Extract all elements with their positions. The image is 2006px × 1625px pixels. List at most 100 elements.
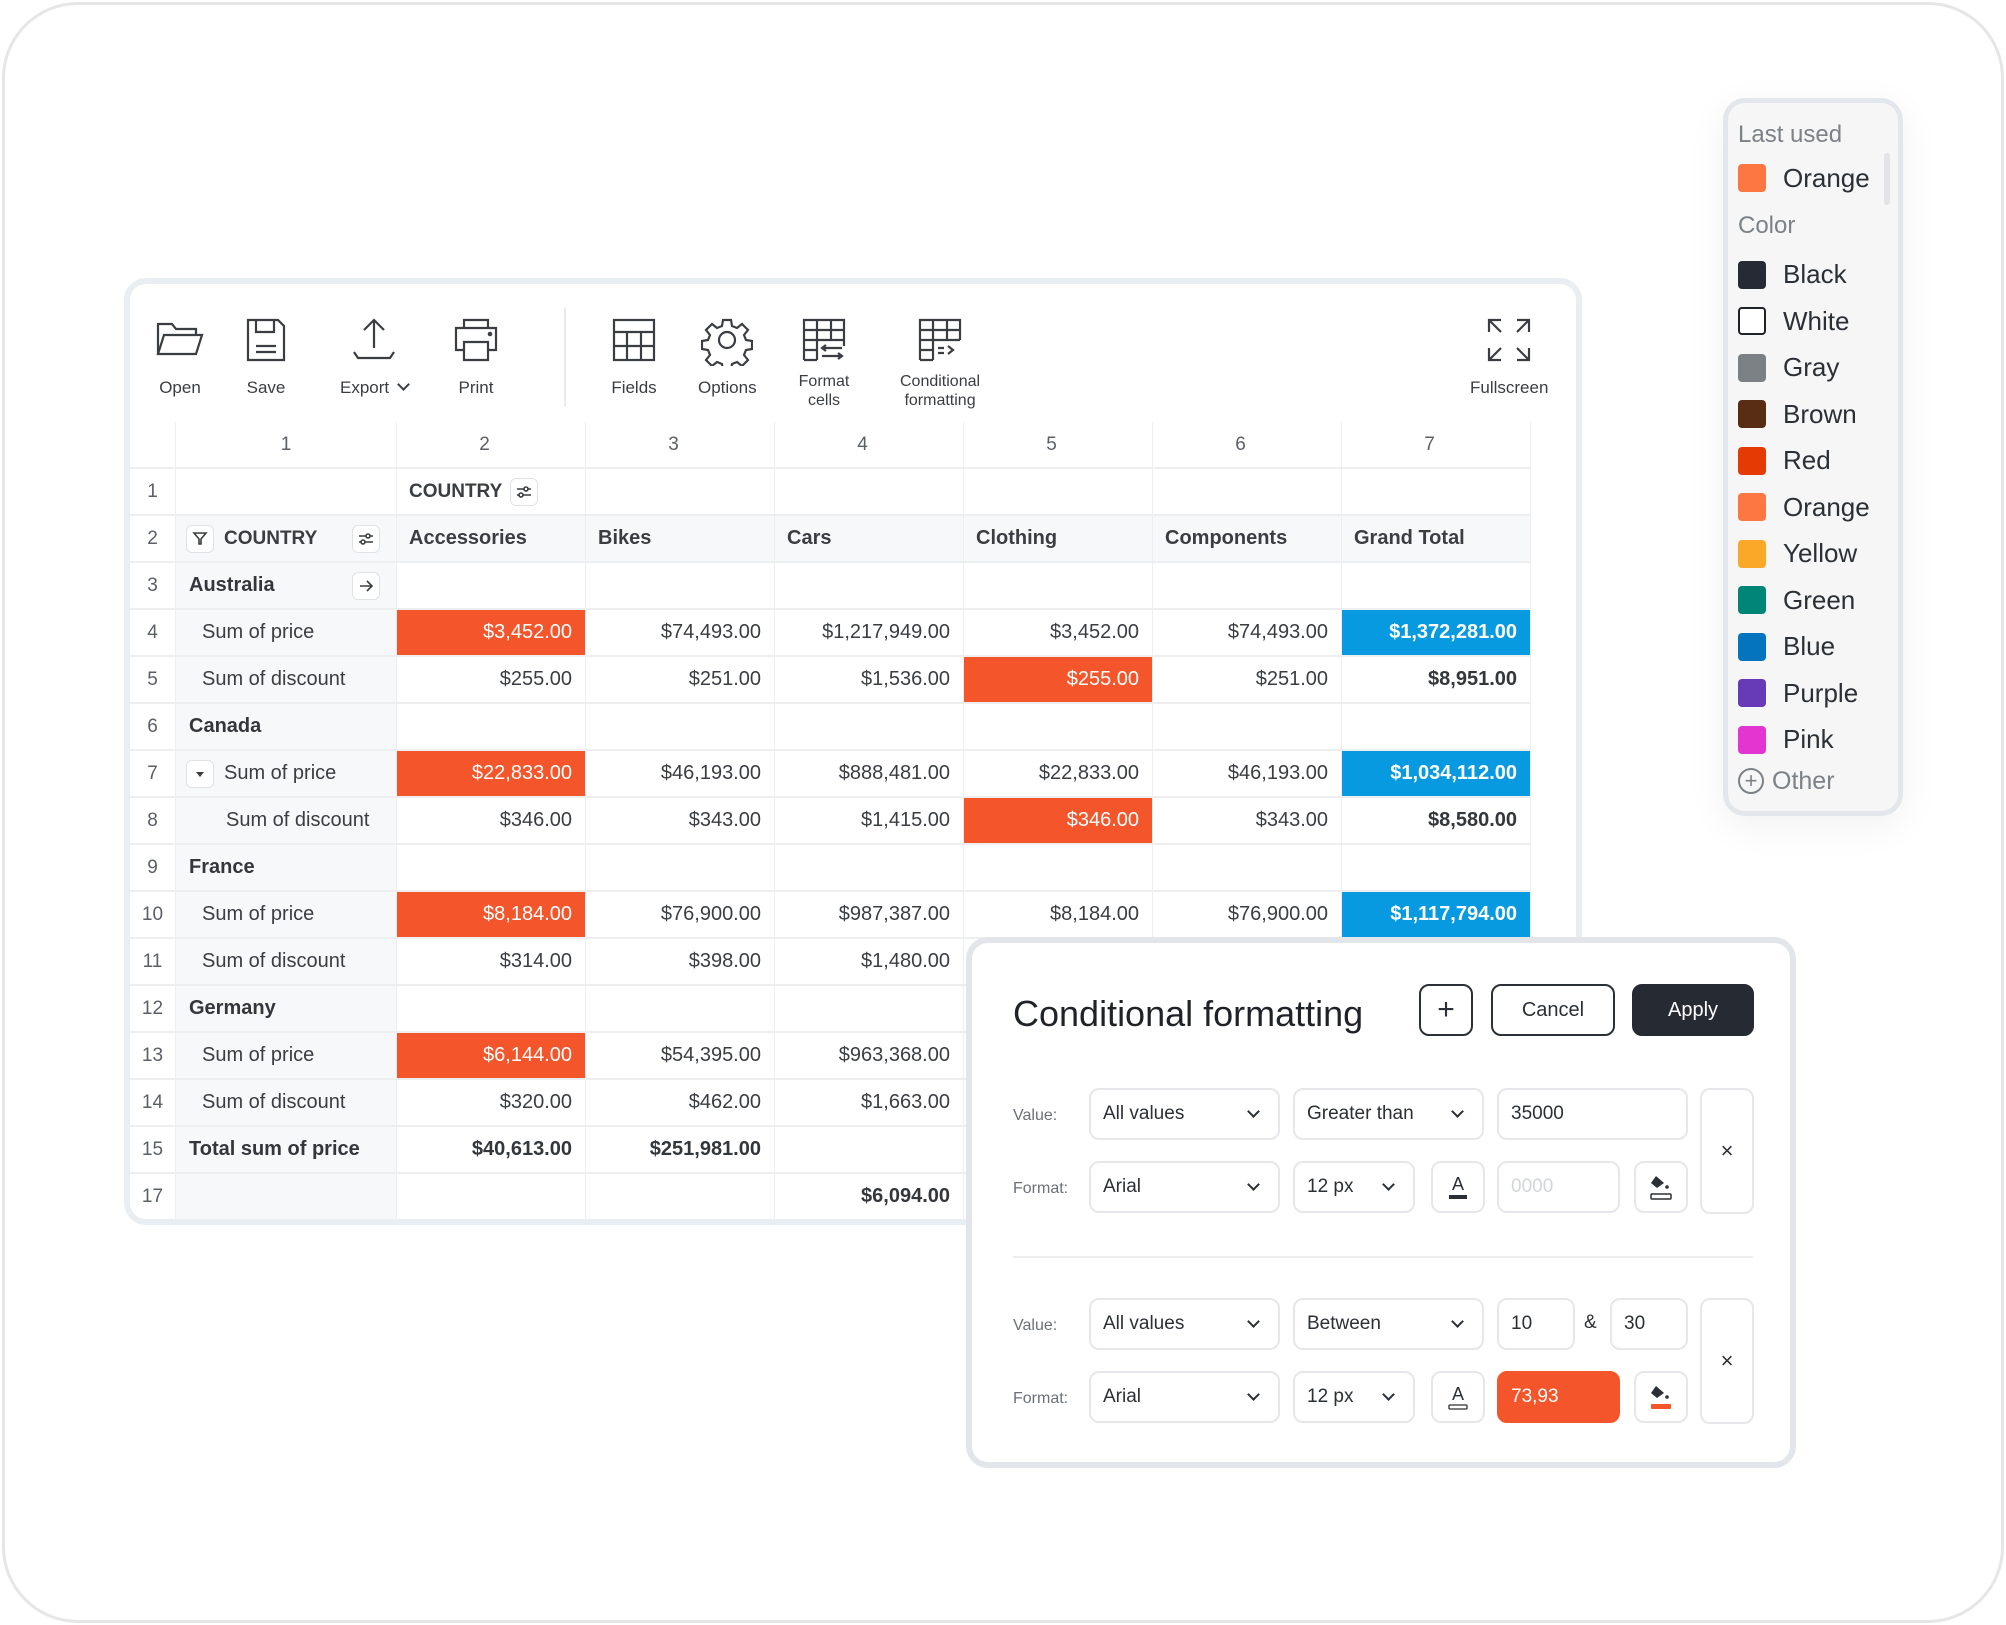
value-cell[interactable]: $76,900.00 (586, 892, 775, 939)
value-cell[interactable] (1153, 563, 1342, 610)
value-cell[interactable]: $22,833.00 (397, 751, 586, 798)
column-header[interactable]: Components (1153, 516, 1342, 563)
column-field-settings-button[interactable] (510, 477, 539, 506)
column-header[interactable]: Accessories (397, 516, 586, 563)
value-cell[interactable]: $963,368.00 (775, 1033, 964, 1080)
value-cell[interactable]: $251.00 (586, 657, 775, 704)
value-cell[interactable]: $462.00 (586, 1080, 775, 1127)
value-cell[interactable] (775, 1127, 964, 1174)
rule2-value-to-input[interactable]: 30 (1610, 1298, 1688, 1350)
column-number[interactable]: 3 (586, 422, 775, 469)
value-cell[interactable] (964, 704, 1153, 751)
collapse-button[interactable] (186, 759, 214, 788)
column-header[interactable]: Clothing (964, 516, 1153, 563)
options-button[interactable]: Options (698, 314, 757, 397)
print-button[interactable]: Print (450, 314, 502, 397)
column-header[interactable]: Grand Total (1342, 516, 1531, 563)
rule2-size-select[interactable]: 12 px (1293, 1371, 1415, 1423)
value-cell[interactable]: $8,580.00 (1342, 798, 1531, 845)
value-cell[interactable] (1153, 704, 1342, 751)
rule2-font-select[interactable]: Arial (1089, 1371, 1280, 1423)
format-cells-button[interactable]: Format cells (798, 314, 850, 410)
rule1-fill-color-button[interactable] (1634, 1161, 1688, 1213)
column-number[interactable]: 6 (1153, 422, 1342, 469)
rule1-size-select[interactable]: 12 px (1293, 1161, 1415, 1213)
value-cell[interactable]: $251.00 (1153, 657, 1342, 704)
cancel-button[interactable]: Cancel (1491, 984, 1615, 1036)
value-cell[interactable] (397, 1174, 586, 1219)
other-color-button[interactable]: + Other (1738, 763, 1898, 799)
value-cell[interactable]: $8,184.00 (397, 892, 586, 939)
rule2-value-from-input[interactable]: 10 (1497, 1298, 1575, 1350)
value-cell[interactable] (586, 1174, 775, 1219)
value-cell[interactable]: $6,094.00 (775, 1174, 964, 1219)
rule2-fill-color-button[interactable] (1634, 1371, 1688, 1423)
value-cell[interactable]: $1,217,949.00 (775, 610, 964, 657)
add-condition-button[interactable]: + (1419, 984, 1473, 1036)
color-option-white[interactable]: White (1738, 298, 1898, 345)
value-cell[interactable]: $8,184.00 (964, 892, 1153, 939)
value-cell[interactable] (775, 845, 964, 892)
color-option-purple[interactable]: Purple (1738, 670, 1898, 717)
value-cell[interactable]: $1,663.00 (775, 1080, 964, 1127)
color-option-orange[interactable]: Orange (1738, 484, 1898, 531)
row-group-header[interactable]: Germany (176, 986, 397, 1033)
value-cell[interactable]: $1,415.00 (775, 798, 964, 845)
value-cell[interactable] (775, 704, 964, 751)
rule2-color-input[interactable]: 73,93 (1497, 1371, 1620, 1423)
row-field-settings-button[interactable] (352, 524, 380, 553)
color-option-black[interactable]: Black (1738, 252, 1898, 299)
value-cell[interactable] (775, 986, 964, 1033)
value-cell[interactable]: $1,536.00 (775, 657, 964, 704)
color-option-pink[interactable]: Pink (1738, 717, 1898, 764)
value-cell[interactable]: $76,900.00 (1153, 892, 1342, 939)
value-cell[interactable]: $343.00 (1153, 798, 1342, 845)
value-cell[interactable]: $1,117,794.00 (1342, 892, 1531, 939)
color-option-gray[interactable]: Gray (1738, 345, 1898, 392)
save-button[interactable]: Save (240, 314, 292, 397)
rule2-condition-select[interactable]: Between (1293, 1298, 1484, 1350)
column-number[interactable]: 4 (775, 422, 964, 469)
value-cell[interactable]: $888,481.00 (775, 751, 964, 798)
color-option-last-used[interactable]: Orange (1738, 155, 1898, 202)
column-number[interactable]: 7 (1342, 422, 1531, 469)
rule1-value-input[interactable]: 35000 (1497, 1088, 1688, 1140)
value-cell[interactable]: $22,833.00 (964, 751, 1153, 798)
filter-button[interactable] (186, 524, 214, 553)
fullscreen-button[interactable]: Fullscreen (1470, 314, 1548, 397)
value-cell[interactable]: $251,981.00 (586, 1127, 775, 1174)
column-field-header[interactable]: COUNTRY (397, 469, 586, 516)
picker-scrollbar[interactable] (1884, 153, 1890, 205)
row-group-header[interactable]: Canada (176, 704, 397, 751)
value-cell[interactable]: $314.00 (397, 939, 586, 986)
value-cell[interactable]: $255.00 (964, 657, 1153, 704)
value-cell[interactable] (586, 704, 775, 751)
rule2-remove-button[interactable]: × (1700, 1298, 1754, 1424)
row-field-header[interactable]: COUNTRY (176, 516, 397, 563)
rule2-field-select[interactable]: All values (1089, 1298, 1280, 1350)
value-cell[interactable]: $46,193.00 (586, 751, 775, 798)
value-cell[interactable]: $40,613.00 (397, 1127, 586, 1174)
value-cell[interactable] (397, 986, 586, 1033)
value-cell[interactable]: $255.00 (397, 657, 586, 704)
open-button[interactable]: Open (154, 314, 206, 397)
value-cell[interactable]: $54,395.00 (586, 1033, 775, 1080)
drill-through-button[interactable] (352, 571, 380, 600)
value-cell[interactable]: $346.00 (964, 798, 1153, 845)
value-cell[interactable] (1342, 563, 1531, 610)
value-cell[interactable] (397, 845, 586, 892)
value-cell[interactable] (964, 563, 1153, 610)
value-cell[interactable] (397, 704, 586, 751)
value-cell[interactable]: $398.00 (586, 939, 775, 986)
value-cell[interactable] (1153, 845, 1342, 892)
value-cell[interactable]: $74,493.00 (586, 610, 775, 657)
rule1-condition-select[interactable]: Greater than (1293, 1088, 1484, 1140)
value-cell[interactable] (586, 563, 775, 610)
row-group-header[interactable]: France (176, 845, 397, 892)
color-option-yellow[interactable]: Yellow (1738, 531, 1898, 578)
color-option-brown[interactable]: Brown (1738, 391, 1898, 438)
color-option-blue[interactable]: Blue (1738, 624, 1898, 671)
export-button[interactable]: Export (340, 314, 411, 397)
value-cell[interactable]: $346.00 (397, 798, 586, 845)
value-cell[interactable]: $3,452.00 (397, 610, 586, 657)
